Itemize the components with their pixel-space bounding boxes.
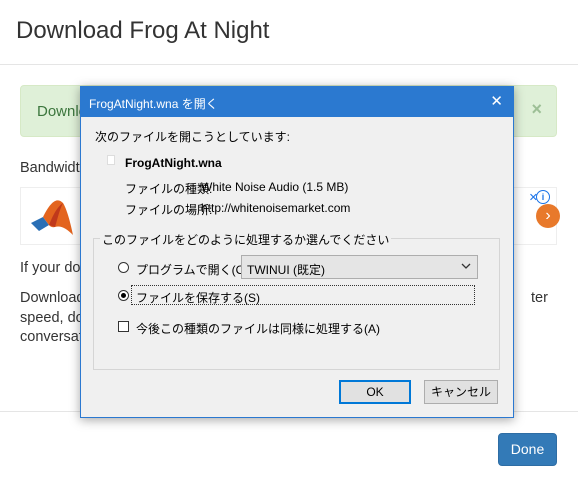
bandwidth-text: Bandwidth	[20, 160, 88, 176]
program-select[interactable]: TWINUI (既定)	[241, 255, 478, 279]
open-with-label[interactable]: プログラムで開く(O):	[136, 261, 252, 278]
modal-title: Download Frog At Night	[16, 17, 270, 44]
file-type-label: ファイルの種類:	[125, 182, 213, 196]
matlab-logo-icon	[31, 200, 73, 235]
ad-arrow-icon[interactable]: ›	[536, 204, 560, 228]
speed-text: speed, do	[20, 310, 84, 326]
ter-text: ter	[531, 290, 548, 306]
ad-close-icon[interactable]: ✕	[529, 191, 538, 204]
dialog-titlebar[interactable]: FrogAtNight.wna を開く ✕	[81, 87, 513, 117]
conversation-text: conversat	[20, 329, 83, 345]
remember-label[interactable]: 今後この種類のファイルは同様に処理する(A)	[136, 320, 380, 337]
ad-info-icon[interactable]: i	[536, 190, 550, 204]
download-text: Download	[20, 290, 85, 306]
groupbox-label: このファイルをどのように処理するか選んでください	[100, 231, 392, 248]
dialog-title: FrogAtNight.wna を開く	[89, 97, 218, 111]
file-icon	[107, 155, 115, 165]
dialog-close-icon[interactable]: ✕	[490, 92, 503, 110]
file-open-dialog: FrogAtNight.wna を開く ✕ 次のファイルを開こうとしています: …	[80, 86, 514, 418]
done-button[interactable]: Done	[498, 433, 557, 466]
file-location-label: ファイルの場所:	[125, 203, 213, 217]
cancel-button[interactable]: キャンセル	[424, 380, 498, 404]
save-file-radio[interactable]	[118, 290, 129, 301]
alert-close-button[interactable]: ×	[531, 99, 542, 120]
program-select-value: TWINUI (既定)	[247, 263, 325, 277]
filename-text: FrogAtNight.wna	[125, 156, 222, 170]
ok-button[interactable]: OK	[339, 380, 411, 404]
header-divider	[0, 64, 578, 65]
remember-checkbox[interactable]	[118, 321, 129, 332]
open-with-radio[interactable]	[118, 262, 129, 273]
chevron-down-icon	[461, 263, 471, 269]
file-location-value: http://whitenoisemarket.com	[201, 201, 351, 215]
intro-text: 次のファイルを開こうとしています:	[95, 130, 290, 144]
file-type-value: White Noise Audio (1.5 MB)	[201, 180, 349, 194]
if-text: If your dov	[20, 260, 88, 276]
save-file-label[interactable]: ファイルを保存する(S)	[136, 289, 260, 306]
